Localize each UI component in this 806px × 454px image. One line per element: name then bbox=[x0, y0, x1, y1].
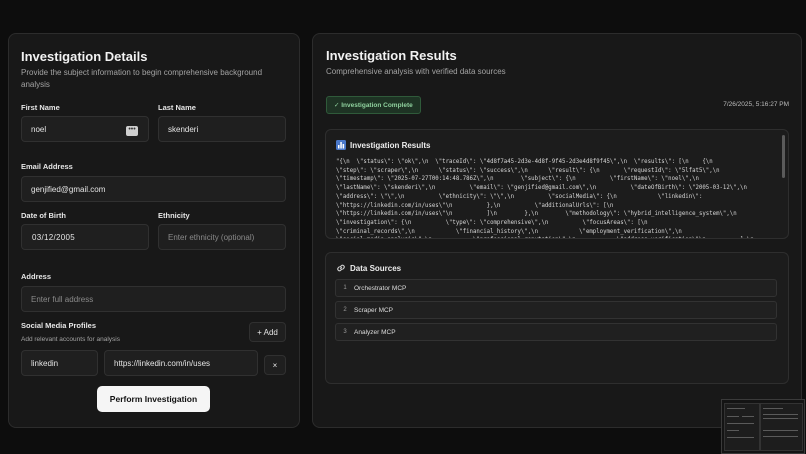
address-placeholder: Enter full address bbox=[31, 294, 94, 304]
ethnicity-placeholder: Enter ethnicity (optional) bbox=[168, 232, 255, 242]
data-sources-card: Data Sources 1 Orchestrator MCP 2 Scrape… bbox=[325, 252, 789, 384]
perform-investigation-button[interactable]: Perform Investigation bbox=[97, 386, 210, 412]
social-media-label: Social Media Profiles bbox=[21, 321, 97, 330]
sources-title-text: Data Sources bbox=[350, 263, 402, 273]
ethnicity-input[interactable]: Enter ethnicity (optional) bbox=[158, 224, 286, 250]
source-name: Scraper MCP bbox=[354, 306, 394, 314]
social-media-sublabel: Add relevant accounts for analysis bbox=[21, 336, 120, 343]
email-input[interactable]: genjified@gmail.com bbox=[21, 176, 286, 202]
source-row: 3 Analyzer MCP bbox=[335, 323, 777, 341]
results-title-text: Investigation Results bbox=[350, 140, 431, 150]
panel-subtitle: Comprehensive analysis with verified dat… bbox=[326, 67, 506, 76]
investigation-results-panel: Investigation Results Comprehensive anal… bbox=[312, 33, 802, 428]
last-name-value: skenderi bbox=[168, 124, 199, 134]
results-card: Investigation Results "{\n \"status\": \… bbox=[325, 129, 789, 239]
investigation-details-panel: Investigation Details Provide the subjec… bbox=[8, 33, 300, 428]
last-name-label: Last Name bbox=[158, 103, 196, 112]
social-url-input[interactable]: https://linkedin.com/in/uses bbox=[104, 350, 258, 376]
results-json: "{\n \"status\": \"ok\",\n \"traceId\": … bbox=[336, 159, 754, 238]
add-social-button[interactable]: + Add bbox=[249, 322, 286, 342]
remove-social-button[interactable]: × bbox=[264, 355, 286, 375]
sources-card-title: Data Sources bbox=[336, 263, 401, 273]
source-name: Orchestrator MCP bbox=[354, 284, 407, 292]
source-number: 1 bbox=[343, 285, 347, 291]
dob-value: 03/12/2005 bbox=[32, 232, 76, 242]
results-scrollbar[interactable] bbox=[782, 135, 785, 178]
link-icon bbox=[337, 264, 345, 272]
panel-title: Investigation Details bbox=[21, 49, 148, 64]
dob-input[interactable]: 03/12/2005 bbox=[21, 224, 149, 250]
page-thumbnail[interactable] bbox=[721, 399, 805, 454]
first-name-label: First Name bbox=[21, 103, 60, 112]
first-name-input[interactable]: noel ••• bbox=[21, 116, 149, 142]
source-row: 2 Scraper MCP bbox=[335, 301, 777, 319]
source-number: 3 bbox=[343, 329, 347, 335]
first-name-value: noel bbox=[31, 124, 47, 134]
address-label: Address bbox=[21, 272, 52, 281]
email-label: Email Address bbox=[21, 162, 73, 171]
panel-subtitle: Provide the subject information to begin… bbox=[21, 68, 263, 89]
source-number: 2 bbox=[343, 307, 347, 313]
address-input[interactable]: Enter full address bbox=[21, 286, 286, 312]
social-url-value: https://linkedin.com/in/uses bbox=[114, 358, 211, 368]
social-platform-input[interactable]: linkedin bbox=[21, 350, 98, 376]
dob-label: Date of Birth bbox=[21, 211, 66, 220]
panel-title: Investigation Results bbox=[326, 48, 457, 63]
source-row: 1 Orchestrator MCP bbox=[335, 279, 777, 297]
autofill-icon[interactable]: ••• bbox=[126, 126, 138, 136]
results-card-title: Investigation Results bbox=[336, 140, 430, 150]
source-name: Analyzer MCP bbox=[354, 328, 396, 336]
social-platform-value: linkedin bbox=[31, 358, 59, 368]
status-badge: ✓ Investigation Complete bbox=[326, 96, 421, 114]
email-value: genjified@gmail.com bbox=[31, 184, 106, 194]
timestamp: 7/26/2025, 5:16:27 PM bbox=[723, 101, 789, 108]
bar-chart-icon bbox=[336, 140, 346, 150]
last-name-input[interactable]: skenderi bbox=[158, 116, 286, 142]
ethnicity-label: Ethnicity bbox=[158, 211, 190, 220]
